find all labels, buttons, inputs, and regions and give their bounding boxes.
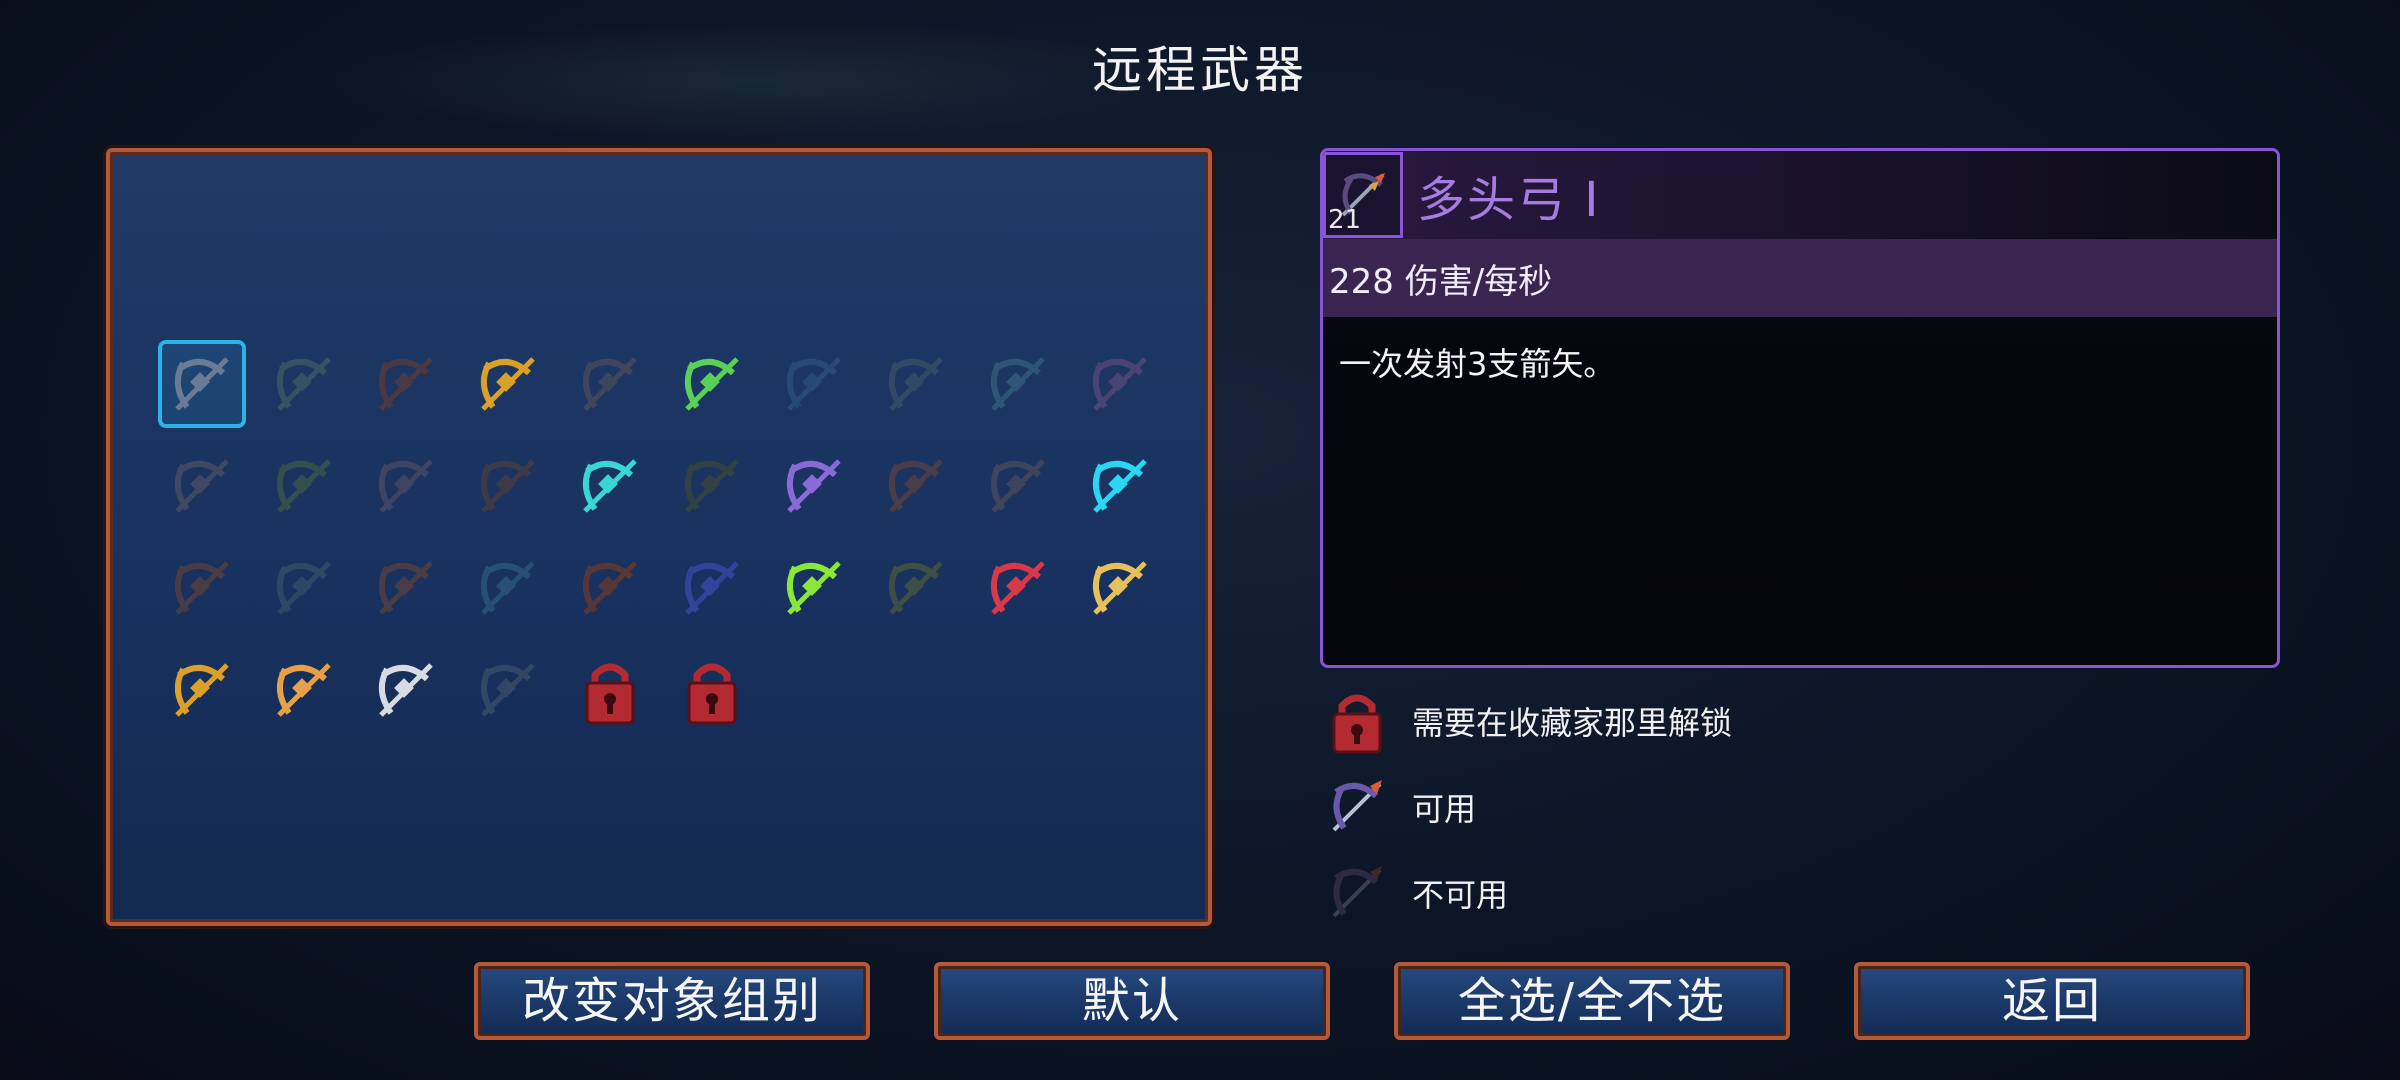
- weapon-description: 一次发射3支箭矢。: [1339, 345, 1616, 383]
- weapon-slot[interactable]: [1078, 444, 1162, 528]
- crossbow-unavailable-icon: [1332, 866, 1382, 918]
- legend-unavailable-label: 不可用: [1412, 876, 1509, 914]
- weapon-grid-panel: [106, 148, 1212, 926]
- weapon-dps: 228 伤害/每秒: [1323, 239, 2277, 317]
- crossbow-icon: [786, 357, 841, 411]
- weapon-slot[interactable]: [772, 342, 856, 426]
- fire-bow-icon: [276, 663, 331, 717]
- weapon-slot[interactable]: [568, 546, 652, 630]
- page-title: 远程武器: [1092, 41, 1308, 99]
- legend-unavailable: 不可用: [1322, 858, 1508, 928]
- weapon-slot[interactable]: [874, 342, 958, 426]
- magic-crossbow-icon: [786, 459, 841, 513]
- weapon-name: 多头弓 I: [1417, 172, 1601, 228]
- ice-wave-icon: [480, 561, 535, 615]
- weapon-slot[interactable]: [670, 342, 754, 426]
- bow-icon: [888, 459, 943, 513]
- kunai-icon: [990, 459, 1045, 513]
- selected-weapon-icon: 21: [1323, 152, 1403, 238]
- weapon-slot[interactable]: [1078, 546, 1162, 630]
- green-bow-icon: [684, 357, 739, 411]
- wand-icon: [888, 561, 943, 615]
- weapon-slot[interactable]: [466, 648, 550, 732]
- weapon-slot[interactable]: [466, 342, 550, 426]
- weapon-slot[interactable]: [976, 444, 1060, 528]
- weapon-slot[interactable]: [568, 648, 652, 732]
- pouch-icon: [174, 663, 229, 717]
- ice-blast-icon: [684, 561, 739, 615]
- weapon-slot[interactable]: [670, 444, 754, 528]
- crossbow-icon: [990, 357, 1045, 411]
- default-button[interactable]: 默认: [934, 962, 1330, 1040]
- weapon-info-panel: 21 多头弓 I 228 伤害/每秒 一次发射3支箭矢。: [1320, 148, 2280, 668]
- pickaxe-icon: [480, 459, 535, 513]
- weapon-slot[interactable]: [874, 444, 958, 528]
- weapon-slot[interactable]: [568, 444, 652, 528]
- weapon-slot[interactable]: [466, 546, 550, 630]
- spear-icon: [684, 459, 739, 513]
- lock-icon: [687, 663, 737, 725]
- golden-crossbow-icon: [480, 357, 535, 411]
- ice-pickaxe-icon: [582, 459, 637, 513]
- weapon-slot[interactable]: [364, 444, 448, 528]
- weapon-slot[interactable]: [160, 546, 244, 630]
- change-group-button[interactable]: 改变对象组别: [474, 962, 870, 1040]
- fire-blast-icon: [582, 561, 637, 615]
- weapon-slot[interactable]: [364, 648, 448, 732]
- lightning-whip-icon: [1092, 459, 1147, 513]
- weapon-slot[interactable]: [874, 546, 958, 630]
- legend-available: 可用: [1322, 772, 1476, 842]
- weapon-slot[interactable]: [772, 546, 856, 630]
- golden-bow-icon: [1092, 561, 1147, 615]
- weapon-slot[interactable]: [158, 340, 246, 428]
- lock-icon: [1332, 694, 1382, 754]
- weapon-slot[interactable]: [772, 444, 856, 528]
- back-button[interactable]: 返回: [1854, 962, 2250, 1040]
- boomerang-icon: [378, 459, 433, 513]
- legend-available-label: 可用: [1412, 790, 1477, 828]
- weapon-slot[interactable]: [262, 342, 346, 426]
- weapon-slot[interactable]: [670, 546, 754, 630]
- weapon-slot[interactable]: [364, 342, 448, 426]
- weapon-slot[interactable]: [1078, 342, 1162, 426]
- weapon-slot[interactable]: [262, 546, 346, 630]
- weapon-slot[interactable]: [568, 342, 652, 426]
- select-all-button[interactable]: 全选/全不选: [1394, 962, 1790, 1040]
- weapon-slot[interactable]: [262, 648, 346, 732]
- cleaver-icon: [378, 663, 433, 717]
- fire-ring-icon: [174, 561, 229, 615]
- info-header: 21 多头弓 I: [1323, 151, 2277, 239]
- bow-icon: [582, 357, 637, 411]
- crossbow-icon: [276, 459, 331, 513]
- lock-icon: [585, 663, 635, 725]
- poison-shards-icon: [786, 561, 841, 615]
- crossbow-icon: [174, 459, 229, 513]
- weapon-count: 21: [1328, 205, 1362, 235]
- weapon-slot[interactable]: [262, 444, 346, 528]
- weapon-grid: [158, 340, 1162, 732]
- legend-locked-label: 需要在收藏家那里解锁: [1412, 704, 1733, 742]
- weapon-slot[interactable]: [160, 648, 244, 732]
- crossbow-icon: [276, 357, 331, 411]
- weapon-slot[interactable]: [670, 648, 754, 732]
- crossbow-available-icon: [1332, 780, 1382, 832]
- crossbow-icon: [888, 357, 943, 411]
- legend-locked: 需要在收藏家那里解锁: [1322, 686, 1732, 756]
- boomerang-icon: [480, 663, 535, 717]
- ice-shards-icon: [276, 561, 331, 615]
- multiple-nocks-bow: [174, 357, 229, 411]
- cards-icon: [990, 561, 1045, 615]
- bow-icon: [378, 357, 433, 411]
- crossbow-icon: [1092, 357, 1147, 411]
- weapon-slot[interactable]: [976, 546, 1060, 630]
- fireball-icon: [378, 561, 433, 615]
- weapon-slot[interactable]: [466, 444, 550, 528]
- weapon-slot[interactable]: [976, 342, 1060, 426]
- weapon-slot[interactable]: [160, 444, 244, 528]
- weapon-slot[interactable]: [364, 546, 448, 630]
